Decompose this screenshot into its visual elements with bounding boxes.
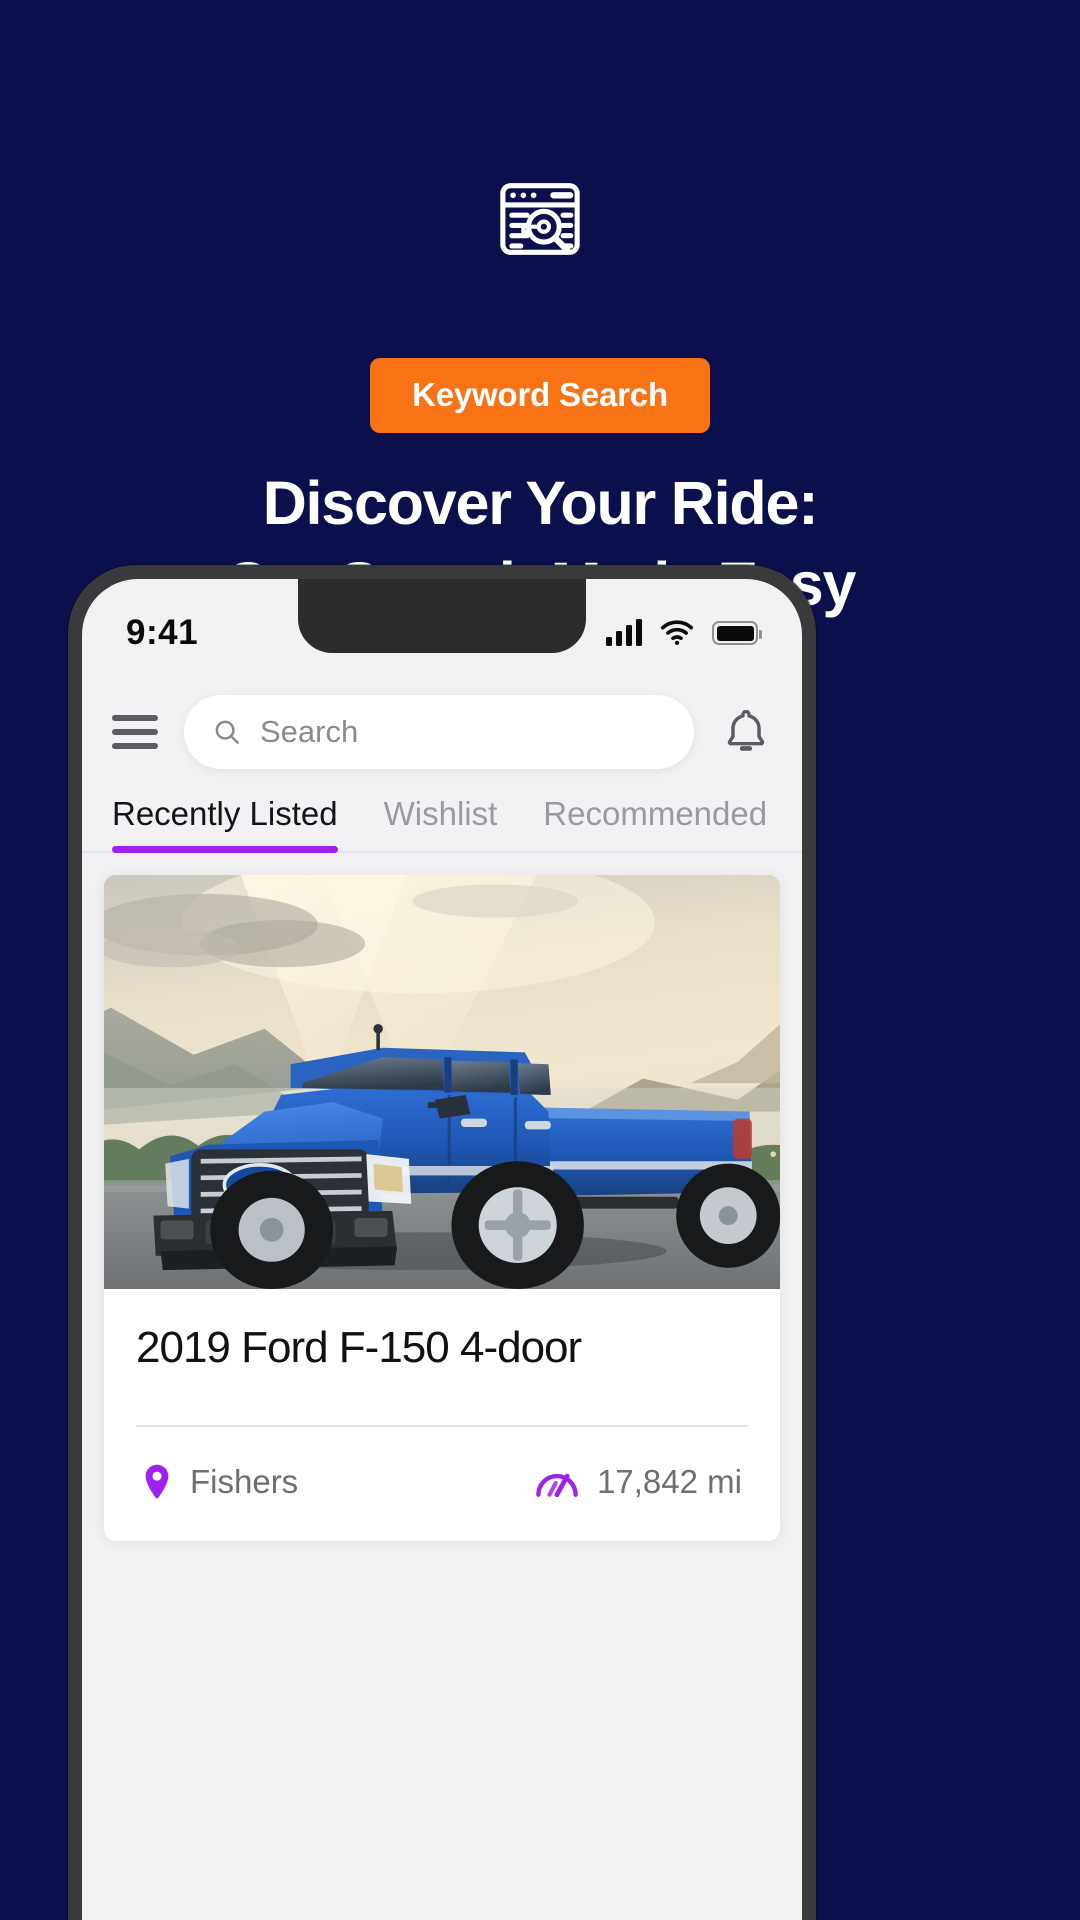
speedometer-icon — [536, 1473, 578, 1498]
cellular-signal-icon — [606, 619, 642, 646]
badge-container: Keyword Search — [0, 358, 1080, 433]
phone-mockup: 9:41 Search Recently Listed Wishlist Rec… — [68, 565, 816, 1920]
mileage-text: 17,842 mi — [597, 1463, 742, 1500]
listing-title: 2019 Ford F-150 4-door — [136, 1323, 582, 1372]
car-photo: Ford — [104, 875, 780, 1289]
tab-wishlist[interactable]: Wishlist — [384, 795, 498, 851]
hero-icon-container — [0, 178, 1080, 260]
car-photo-illustration: Ford — [104, 875, 780, 1289]
listing-mileage: 17,842 mi — [535, 1463, 742, 1501]
location-text: Fishers — [190, 1463, 299, 1500]
keyword-search-badge: Keyword Search — [370, 358, 710, 433]
tab-recently-listed[interactable]: Recently Listed — [112, 795, 338, 853]
wifi-icon — [660, 620, 694, 646]
tab-recommended[interactable]: Recommended — [543, 795, 767, 851]
headline-line-1: Discover Your Ride: — [262, 469, 819, 537]
hamburger-menu-icon[interactable] — [112, 715, 158, 749]
listing-card-body: 2019 Ford F-150 4-door Fishers 17,842 mi — [104, 1289, 780, 1541]
status-indicators — [606, 619, 762, 646]
listing-card[interactable]: Ford — [104, 875, 780, 1541]
search-placeholder: Search — [260, 714, 359, 749]
app-header: Search — [82, 687, 802, 789]
phone-notch — [298, 579, 586, 653]
listing-list: Ford — [82, 853, 802, 1541]
keyword-search-icon — [500, 183, 580, 255]
promo-screenshot: Keyword Search Discover Your Ride: Car S… — [0, 0, 1080, 1920]
bell-icon[interactable] — [720, 704, 772, 760]
category-tabs: Recently Listed Wishlist Recommended Sed… — [82, 789, 802, 853]
phone-screen: 9:41 Search Recently Listed Wishlist Rec… — [82, 579, 802, 1920]
listing-meta-row: Fishers 17,842 mi — [136, 1427, 748, 1541]
search-input[interactable]: Search — [184, 695, 694, 769]
battery-full-icon — [712, 621, 762, 645]
bell-glyph — [727, 709, 765, 751]
status-clock: 9:41 — [126, 613, 199, 652]
search-icon — [215, 720, 240, 745]
listing-location: Fishers — [142, 1463, 298, 1501]
location-pin-icon — [145, 1464, 169, 1499]
